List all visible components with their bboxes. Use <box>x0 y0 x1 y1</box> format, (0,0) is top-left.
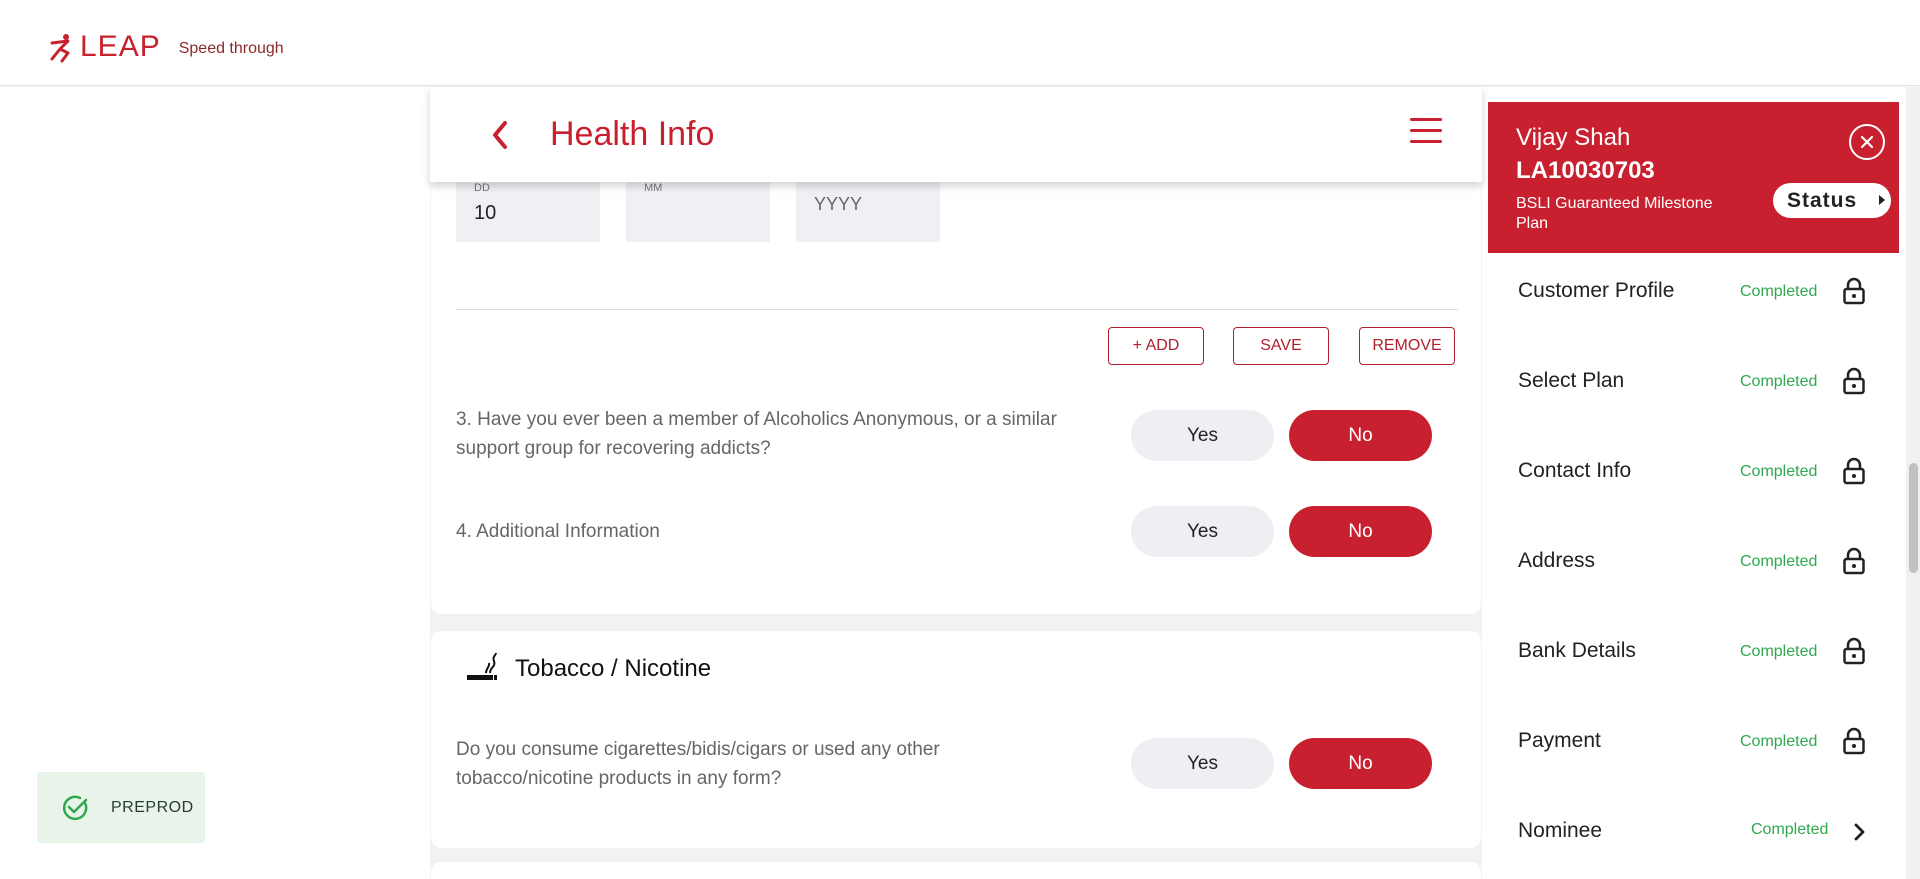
tobacco-no-button[interactable]: No <box>1289 738 1432 789</box>
next-card <box>431 862 1481 879</box>
question-4: 4. Additional Information <box>456 521 660 542</box>
customer-name: Vijay Shah <box>1516 124 1631 151</box>
step-bank-details[interactable]: Bank Details Completed <box>1488 637 1899 729</box>
tobacco-question-line2: tobacco/nicotine products in any form? <box>456 768 782 789</box>
step-label: Customer Profile <box>1518 279 1675 302</box>
month-field-label: MM <box>644 182 663 194</box>
brand-logo[interactable]: LEAP Speed through <box>48 30 284 64</box>
lock-icon <box>1843 637 1865 665</box>
question-3: 3. Have you ever been a member of Alcoho… <box>456 405 1057 463</box>
tobacco-question: Do you consume cigarettes/bidis/cigars o… <box>456 735 940 793</box>
environment-badge: PREPROD <box>37 772 205 843</box>
application-id: LA10030703 <box>1516 157 1655 184</box>
step-status: Completed <box>1740 373 1818 390</box>
step-status: Completed <box>1740 283 1818 300</box>
lock-icon <box>1843 457 1865 485</box>
scrollbar-thumb[interactable] <box>1909 463 1918 573</box>
step-nominee[interactable]: Nominee Completed <box>1488 819 1899 879</box>
step-label: Payment <box>1518 729 1601 752</box>
status-toggle[interactable]: Status <box>1773 183 1891 218</box>
step-label: Address <box>1518 549 1596 572</box>
environment-label: PREPROD <box>111 798 194 816</box>
step-status: Completed <box>1740 553 1818 570</box>
day-field[interactable]: DD 10 <box>456 172 600 242</box>
year-field-placeholder: YYYY <box>814 194 863 214</box>
lock-icon <box>1843 727 1865 755</box>
step-status: Completed <box>1740 733 1818 750</box>
step-label: Contact Info <box>1518 459 1632 482</box>
status-panel: Vijay Shah LA10030703 BSLI Guaranteed Mi… <box>1482 87 1920 879</box>
step-select-plan[interactable]: Select Plan Completed <box>1488 367 1899 459</box>
check-circle-icon <box>62 795 88 820</box>
month-field[interactable]: MM <box>626 172 770 242</box>
year-field[interactable]: YYYY <box>796 172 940 242</box>
step-contact-info[interactable]: Contact Info Completed <box>1488 457 1899 549</box>
step-customer-profile[interactable]: Customer Profile Completed <box>1488 277 1899 369</box>
step-status: Completed <box>1740 643 1818 660</box>
status-label: Status <box>1787 188 1858 212</box>
question-3-line2: support group for recovering addicts? <box>456 438 771 459</box>
close-icon <box>1860 135 1874 149</box>
tobacco-yes-button[interactable]: Yes <box>1131 738 1274 789</box>
menu-button[interactable] <box>1410 118 1442 148</box>
step-payment[interactable]: Payment Completed <box>1488 727 1899 819</box>
chevron-right-icon <box>1854 823 1865 841</box>
step-status: Completed <box>1740 463 1818 480</box>
hamburger-menu-icon <box>1410 118 1442 121</box>
question-3-no-button[interactable]: No <box>1289 410 1432 461</box>
question-4-yes-button[interactable]: Yes <box>1131 506 1274 557</box>
day-field-value: 10 <box>474 202 497 224</box>
page-header: Health Info <box>430 87 1482 182</box>
add-button[interactable]: + ADD <box>1108 327 1204 365</box>
tagline: Speed through <box>178 40 284 57</box>
step-label: Nominee <box>1518 819 1603 842</box>
runner-logo-icon <box>50 34 70 63</box>
back-button[interactable] <box>480 115 520 155</box>
chevron-left-icon <box>493 120 507 149</box>
question-4-no-button[interactable]: No <box>1289 506 1432 557</box>
lock-icon <box>1843 277 1865 305</box>
customer-summary: Vijay Shah LA10030703 BSLI Guaranteed Mi… <box>1488 102 1899 253</box>
question-3-line1: 3. Have you ever been a member of Alcoho… <box>456 409 1057 430</box>
question-3-yes-button[interactable]: Yes <box>1131 410 1274 461</box>
tobacco-card: Tobacco / Nicotine Do you consume cigare… <box>431 631 1481 848</box>
step-label: Bank Details <box>1518 639 1636 662</box>
close-button[interactable] <box>1849 124 1885 160</box>
scrollbar[interactable] <box>1906 87 1920 879</box>
lock-icon <box>1843 367 1865 395</box>
tobacco-question-line1: Do you consume cigarettes/bidis/cigars o… <box>456 739 940 760</box>
top-header: LEAP Speed through <box>0 0 1920 86</box>
step-status: Completed <box>1751 821 1829 838</box>
left-pane <box>0 87 430 879</box>
triangle-right-icon <box>1879 195 1885 205</box>
divider <box>456 309 1458 310</box>
day-field-label: DD <box>474 182 490 194</box>
logo-text: LEAP <box>80 30 161 63</box>
smoking-icon <box>467 653 497 680</box>
save-button[interactable]: SAVE <box>1233 327 1329 365</box>
tobacco-title: Tobacco / Nicotine <box>515 655 712 682</box>
remove-button[interactable]: REMOVE <box>1359 327 1455 365</box>
lock-icon <box>1843 547 1865 575</box>
step-label: Select Plan <box>1518 369 1625 392</box>
plan-name: BSLI Guaranteed Milestone Plan <box>1516 195 1713 232</box>
page-title: Health Info <box>550 115 715 153</box>
main-content: DD 10 MM YYYY + ADD SAVE REMOVE 3. Have … <box>430 87 1482 879</box>
step-address[interactable]: Address Completed <box>1488 547 1899 639</box>
